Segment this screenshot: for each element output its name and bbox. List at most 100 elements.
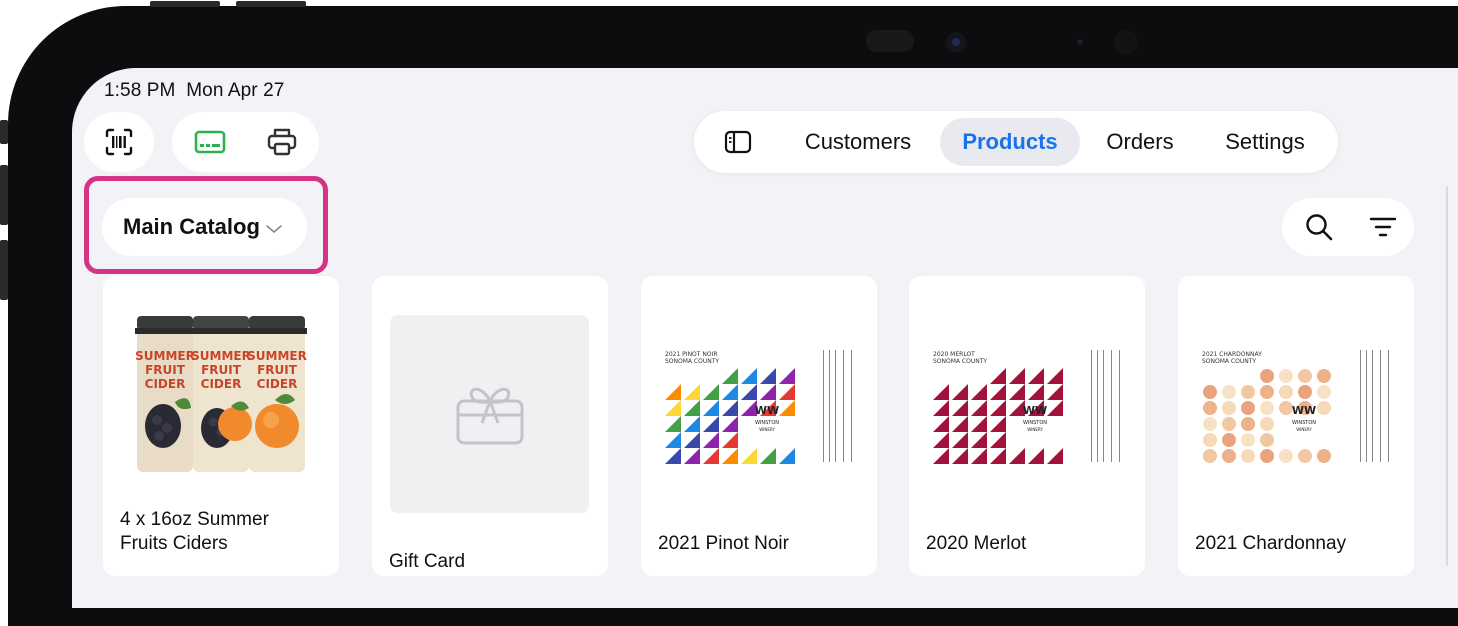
product-card-chardonnay[interactable]: 2021 CHARDONNAY SONOMA COUNTY WW WINSTON… bbox=[1178, 276, 1414, 576]
label-pattern-mark bbox=[665, 448, 681, 464]
label-pattern-mark bbox=[1279, 449, 1293, 463]
can-text-8: FRUIT bbox=[257, 363, 298, 377]
label-pattern-mark bbox=[1317, 369, 1331, 383]
can-text-9: CIDER bbox=[257, 377, 298, 391]
pinot-noir-label-image: 2021 PINOT NOIR SONOMA COUNTY WW WINSTON… bbox=[665, 350, 852, 464]
pinot-brand-name: WINSTON bbox=[755, 420, 779, 426]
label-pattern-mark bbox=[1279, 385, 1293, 399]
label-pattern-mark bbox=[665, 416, 681, 432]
product-card-merlot[interactable]: 2020 MERLOT SONOMA COUNTY WW WINSTON WIN… bbox=[909, 276, 1145, 576]
label-pattern-mark bbox=[665, 400, 681, 416]
label-pattern-mark bbox=[1241, 385, 1255, 399]
label-pattern-mark bbox=[703, 416, 719, 432]
device-actions-group bbox=[172, 112, 319, 172]
label-pattern-mark bbox=[1298, 369, 1312, 383]
merlot-brand-sub: WINERY bbox=[1027, 427, 1043, 432]
label-pattern-mark bbox=[703, 432, 719, 448]
product-card-pinot-noir[interactable]: 2021 PINOT NOIR SONOMA COUNTY WW WINSTON… bbox=[641, 276, 877, 576]
label-pattern-mark bbox=[1260, 449, 1274, 463]
device-volume-up bbox=[0, 165, 8, 225]
can-text-2: FRUIT bbox=[145, 363, 186, 377]
cider-cans-image: SUMMER FRUIT CIDER SUMMER FRUIT CIDER SU… bbox=[135, 316, 307, 472]
label-pattern-mark bbox=[722, 432, 738, 448]
label-pattern-mark bbox=[952, 432, 968, 448]
can-text-6: CIDER bbox=[201, 377, 242, 391]
gift-card-placeholder bbox=[390, 315, 589, 513]
can-text-3: CIDER bbox=[145, 377, 186, 391]
label-pattern-mark bbox=[1203, 433, 1217, 447]
label-pattern-mark bbox=[1317, 385, 1331, 399]
label-pattern-mark bbox=[1028, 368, 1044, 384]
tab-settings[interactable]: Settings bbox=[1206, 118, 1324, 166]
label-pattern-mark bbox=[1047, 384, 1063, 400]
gift-icon bbox=[456, 387, 524, 445]
card-reader-button[interactable] bbox=[174, 112, 246, 172]
pinot-brand-sub: WINERY bbox=[759, 427, 775, 432]
device-top-button-2 bbox=[236, 1, 306, 7]
label-pattern-mark bbox=[779, 368, 795, 384]
product-card-cider[interactable]: SUMMER FRUIT CIDER SUMMER FRUIT CIDER SU… bbox=[103, 276, 339, 576]
search-button[interactable] bbox=[1290, 198, 1348, 256]
print-button[interactable] bbox=[246, 112, 318, 172]
label-pattern-mark bbox=[971, 400, 987, 416]
tab-products[interactable]: Products bbox=[940, 118, 1080, 166]
label-pattern-mark bbox=[1298, 385, 1312, 399]
label-pattern-mark bbox=[1317, 449, 1331, 463]
label-pattern-mark bbox=[933, 416, 949, 432]
label-pattern-mark bbox=[684, 384, 700, 400]
label-pattern-mark bbox=[1241, 433, 1255, 447]
label-pattern-mark bbox=[760, 448, 776, 464]
label-pattern-mark bbox=[952, 384, 968, 400]
label-pattern-mark bbox=[971, 448, 987, 464]
catalog-highlight-box bbox=[84, 176, 328, 274]
can-text-4: SUMMER bbox=[191, 349, 251, 363]
label-pattern-mark bbox=[1260, 417, 1274, 431]
tab-customers[interactable]: Customers bbox=[788, 118, 928, 166]
label-pattern-mark bbox=[741, 384, 757, 400]
merlot-label-image: 2020 MERLOT SONOMA COUNTY WW WINSTON WIN… bbox=[933, 350, 1120, 464]
label-pattern-mark bbox=[1203, 449, 1217, 463]
device-side-button bbox=[0, 120, 8, 144]
front-camera-array bbox=[866, 30, 1138, 54]
label-pattern-mark bbox=[779, 384, 795, 400]
merlot-brand-name: WINSTON bbox=[1023, 420, 1047, 426]
label-pattern-mark bbox=[952, 400, 968, 416]
label-pattern-mark bbox=[1203, 401, 1217, 415]
label-pattern-mark bbox=[722, 384, 738, 400]
pinot-label-sub: SONOMA COUNTY bbox=[665, 358, 719, 365]
label-pattern-mark bbox=[1260, 433, 1274, 447]
device-volume-down bbox=[0, 240, 8, 300]
label-pattern-mark bbox=[665, 432, 681, 448]
label-pattern-mark bbox=[703, 384, 719, 400]
scroll-indicator bbox=[1446, 186, 1448, 566]
search-icon bbox=[1306, 214, 1333, 241]
sidebar-toggle-button[interactable] bbox=[710, 118, 766, 166]
filter-button[interactable] bbox=[1354, 198, 1412, 256]
label-pattern-mark bbox=[1260, 385, 1274, 399]
label-pattern-mark bbox=[933, 384, 949, 400]
label-pattern-mark bbox=[1222, 433, 1236, 447]
label-pattern-mark bbox=[1222, 449, 1236, 463]
label-pattern-mark bbox=[1009, 384, 1025, 400]
chard-brand-sub: WINERY bbox=[1296, 427, 1312, 432]
pinot-label-heading: 2021 PINOT NOIR bbox=[665, 351, 718, 358]
main-navigation: Customers Products Orders Settings bbox=[694, 111, 1338, 173]
product-card-gift-card[interactable]: Gift Card bbox=[372, 276, 608, 576]
label-pattern-mark bbox=[684, 432, 700, 448]
tab-orders[interactable]: Orders bbox=[1090, 118, 1190, 166]
label-pattern-mark bbox=[971, 432, 987, 448]
label-pattern-mark bbox=[684, 416, 700, 432]
label-pattern-mark bbox=[1222, 417, 1236, 431]
chard-brand-name: WINSTON bbox=[1292, 420, 1316, 426]
label-pattern-mark bbox=[722, 448, 738, 464]
label-pattern-mark bbox=[722, 416, 738, 432]
product-title-cider-line2: Fruits Ciders bbox=[120, 533, 228, 554]
label-pattern-mark bbox=[990, 384, 1006, 400]
label-pattern-mark bbox=[665, 384, 681, 400]
label-pattern-mark bbox=[703, 400, 719, 416]
label-pattern-mark bbox=[760, 384, 776, 400]
label-pattern-mark bbox=[990, 400, 1006, 416]
chard-label-sub: SONOMA COUNTY bbox=[1202, 358, 1256, 365]
label-pattern-mark bbox=[722, 400, 738, 416]
scan-button[interactable] bbox=[84, 112, 154, 172]
